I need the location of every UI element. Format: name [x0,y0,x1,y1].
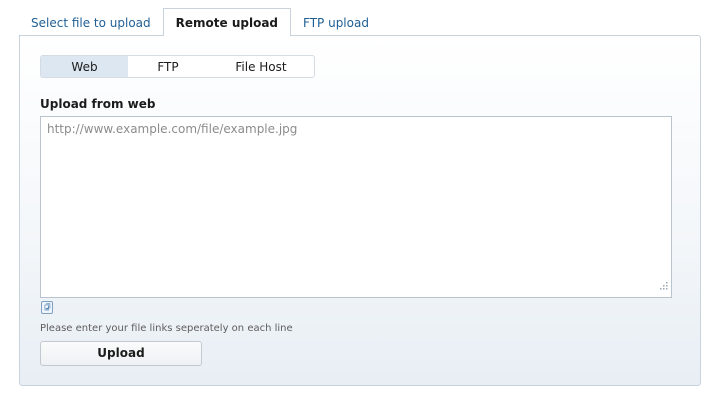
upload-mode-tabs: Select file to upload Remote upload FTP … [19,8,381,36]
source-option-ftp[interactable]: FTP [128,56,208,77]
tab-ftp-upload[interactable]: FTP upload [291,10,381,36]
remote-upload-panel: Web FTP File Host Upload from web Please… [19,35,701,386]
tab-select-file-to-upload[interactable]: Select file to upload [19,10,163,36]
resize-grip-icon[interactable] [657,280,669,292]
file-links-hint: Please enter your file links seperately … [40,323,293,334]
file-links-input[interactable] [40,116,672,298]
tab-remote-upload[interactable]: Remote upload [162,8,292,36]
remote-upload-screen: Select file to upload Remote upload FTP … [0,0,717,405]
source-selector: Web FTP File Host [40,55,315,78]
upload-button[interactable]: Upload [40,341,202,366]
source-option-web[interactable]: Web [41,56,128,77]
paste-links-icon[interactable] [41,301,53,314]
source-option-file-host[interactable]: File Host [208,56,314,77]
upload-from-web-title: Upload from web [40,97,156,111]
